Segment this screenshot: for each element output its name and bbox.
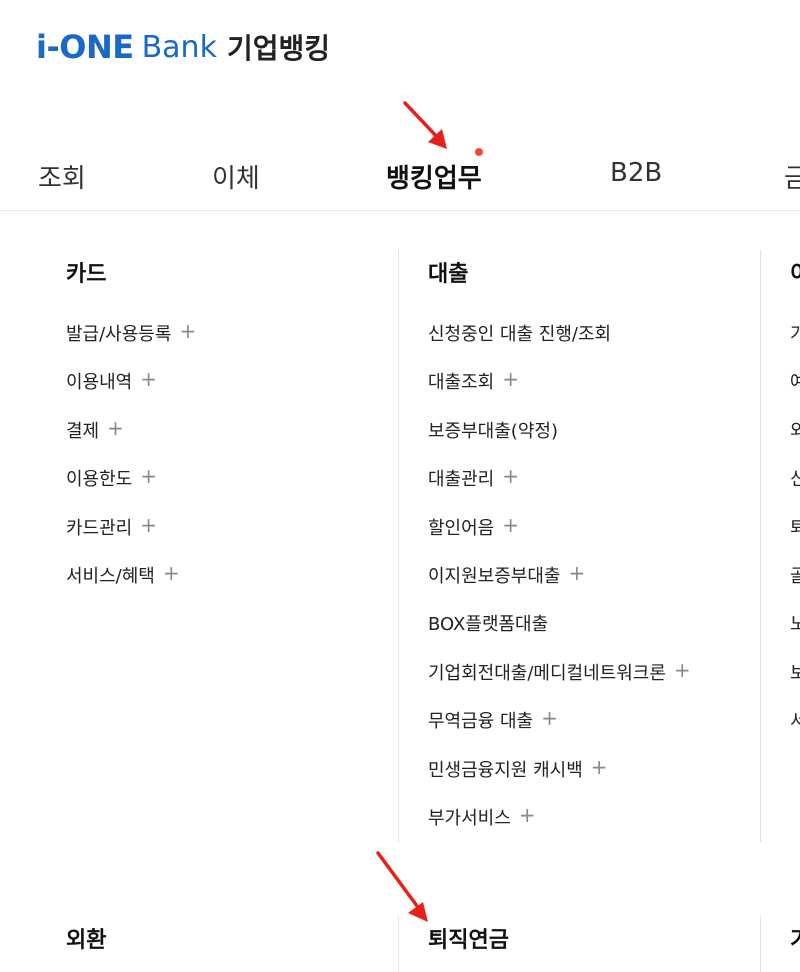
menu-item[interactable]: 서비스/혜택 + xyxy=(66,562,196,610)
annotation-arrow-icon xyxy=(376,851,428,922)
menu-item-label: 결제 xyxy=(66,420,100,442)
menu-item-label: 발급/사용등록 xyxy=(66,324,172,345)
menu-item-label: 이지원보증부대출 xyxy=(428,565,561,587)
menu-item[interactable]: 대출조회 + xyxy=(428,368,691,416)
menu-item-label: 기업회전대출/메디컬네트워크론 xyxy=(428,662,666,684)
menu-item-label: 무역금융 대출 xyxy=(428,711,534,733)
menu-item[interactable]: 민생금융지원 캐시백 + xyxy=(428,756,691,804)
section-title-loan: 대출 xyxy=(428,262,469,287)
menu-item[interactable]: 보 xyxy=(790,659,800,707)
plus-icon[interactable]: + xyxy=(140,465,157,487)
tab-finance-partial[interactable]: 금 xyxy=(784,158,800,195)
menu-item-label: 보증부대출(약정) xyxy=(428,420,558,442)
tab-b2b[interactable]: B2B xyxy=(610,158,662,188)
menu-item-label: 서비스/혜택 xyxy=(66,565,155,587)
menu-item[interactable]: 가 xyxy=(790,320,800,368)
bank-logo[interactable]: i-ONE Bank 기업뱅킹 xyxy=(36,27,330,67)
menu-item[interactable]: 신 xyxy=(790,465,800,513)
tab-transfer[interactable]: 이체 xyxy=(212,158,260,195)
menu-item[interactable]: 예 xyxy=(790,368,800,416)
plus-icon[interactable]: + xyxy=(541,707,558,729)
menu-item-label: 이용내역 xyxy=(66,372,133,394)
menu-item-label: 이용한도 xyxy=(66,469,133,491)
menu-item-label: 카드관리 xyxy=(66,517,133,539)
card-menu-list: 발급/사용등록 + 이용내역 + 결제 + 이용한도 + 카드관리 + 서비스/혜택 + xyxy=(66,320,196,610)
partial-menu-list: 가 예 외 신 퇴 골 노 보 서 xyxy=(790,320,800,756)
menu-item[interactable]: 외 xyxy=(790,417,800,465)
menu-item[interactable]: 결제 + xyxy=(66,417,196,465)
plus-icon[interactable]: + xyxy=(674,659,691,681)
menu-item-label: 민생금융지원 캐시백 xyxy=(428,759,583,781)
menu-item[interactable]: 보증부대출(약정) xyxy=(428,417,691,465)
logo-corporate-banking-text: 기업뱅킹 xyxy=(226,32,330,65)
plus-icon[interactable]: + xyxy=(107,417,124,439)
menu-item[interactable]: 무역금융 대출 + xyxy=(428,707,691,755)
menu-item-label: 대출조회 xyxy=(428,372,495,394)
column-divider xyxy=(760,916,761,972)
section-title-partial-bottom: 기 xyxy=(790,922,800,954)
menu-item-label: BOX플랫폼대출 xyxy=(428,614,549,636)
tab-banking-services-label: 뱅킹업무 xyxy=(386,164,482,194)
tab-banking-services[interactable]: 뱅킹업무 xyxy=(386,148,483,195)
plus-icon[interactable]: + xyxy=(502,514,519,536)
menu-item-label: 부가서비스 xyxy=(428,807,511,829)
menu-item[interactable]: 이지원보증부대출 + xyxy=(428,562,691,610)
tab-inquiry[interactable]: 조회 xyxy=(38,158,86,195)
menu-item[interactable]: 이용내역 + xyxy=(66,368,196,416)
menu-item-label: 신청중인 대출 진행/조회 xyxy=(428,324,612,345)
section-title-retirement-pension: 퇴직연금 xyxy=(428,928,509,953)
menu-item[interactable]: 이용한도 + xyxy=(66,465,196,513)
notification-dot xyxy=(474,148,483,156)
menu-item[interactable]: 대출관리 + xyxy=(428,465,691,513)
menu-item[interactable]: 카드관리 + xyxy=(66,514,196,562)
column-divider xyxy=(398,250,399,842)
menu-item-label: 할인어음 xyxy=(428,517,495,539)
menu-item[interactable]: 노 xyxy=(790,610,800,658)
plus-icon[interactable]: + xyxy=(163,562,180,584)
menu-item[interactable]: 부가서비스 + xyxy=(428,804,691,852)
annotation-arrow-icon xyxy=(403,101,447,149)
plus-icon[interactable]: + xyxy=(568,562,585,584)
plus-icon[interactable]: + xyxy=(519,804,536,826)
menu-item[interactable]: BOX플랫폼대출 xyxy=(428,610,691,658)
section-title-partial: 이 xyxy=(790,256,800,288)
plus-icon[interactable]: + xyxy=(179,320,196,342)
section-title-foreign-exchange: 외환 xyxy=(66,928,107,953)
menu-item[interactable]: 할인어음 + xyxy=(428,514,691,562)
menu-item[interactable]: 퇴 xyxy=(790,514,800,562)
menu-item[interactable]: 골 xyxy=(790,562,800,610)
plus-icon[interactable]: + xyxy=(140,514,157,536)
logo-bank-text: Bank xyxy=(141,29,217,65)
plus-icon[interactable]: + xyxy=(591,756,608,778)
plus-icon[interactable]: + xyxy=(140,368,157,390)
menu-item[interactable]: 기업회전대출/메디컬네트워크론 + xyxy=(428,659,691,707)
column-divider xyxy=(760,250,761,842)
main-nav-tabs: 조회 이체 뱅킹업무 B2B 금 xyxy=(0,148,800,211)
menu-item[interactable]: 발급/사용등록 + xyxy=(66,320,196,368)
menu-item-label: 대출관리 xyxy=(428,469,495,491)
logo-ione-text: i-ONE xyxy=(36,28,134,66)
menu-item[interactable]: 서 xyxy=(790,707,800,755)
section-title-card: 카드 xyxy=(66,262,107,287)
loan-menu-list: 신청중인 대출 진행/조회 대출조회 + 보증부대출(약정) 대출관리 + 할인어음… xyxy=(428,320,691,852)
menu-item[interactable]: 신청중인 대출 진행/조회 xyxy=(428,320,691,368)
plus-icon[interactable]: + xyxy=(502,368,519,390)
plus-icon[interactable]: + xyxy=(502,465,519,487)
